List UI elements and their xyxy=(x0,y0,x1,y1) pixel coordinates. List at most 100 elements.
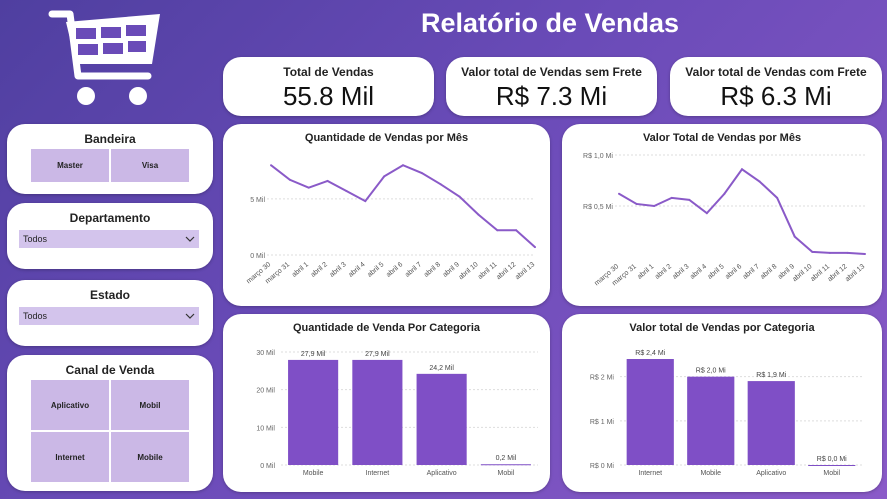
x-tick-label: Mobile xyxy=(303,470,324,477)
shopping-cart-icon xyxy=(48,10,160,105)
x-tick-label: Mobil xyxy=(823,470,840,477)
y-tick-label: 20 Mil xyxy=(256,388,275,395)
bar-chart-qtd-categoria: 0 Mil 10 Mil 20 Mil 30 Mil 27,9 Mil Mobile 27,… xyxy=(256,350,538,477)
chart-card-valor-mes: Valor Total de Vendas por Mês R$ 0,5 Mi R… xyxy=(562,124,882,306)
x-tick-label: abril 3 xyxy=(329,261,348,279)
data-point xyxy=(811,250,814,253)
slicer-option-mobile[interactable]: Mobile xyxy=(110,431,190,483)
chevron-down-icon xyxy=(185,236,195,242)
slicer-option-internet[interactable]: Internet xyxy=(30,431,110,483)
y-tick-label: R$ 1,0 Mi xyxy=(583,153,613,160)
y-tick-label: R$ 2 Mi xyxy=(590,375,615,382)
data-point xyxy=(705,212,708,215)
bar xyxy=(288,359,339,465)
bar-chart-valor-categoria: R$ 0 Mi R$ 1 Mi R$ 2 Mi R$ 2,4 Mi Internet R$… xyxy=(590,350,862,477)
data-point xyxy=(364,200,367,203)
kpi-card-total-vendas: Total de Vendas 55.8 Mil xyxy=(223,57,434,116)
x-tick-label: abril 5 xyxy=(366,261,385,279)
x-tick-label: abril 4 xyxy=(689,263,708,281)
data-point xyxy=(307,186,310,189)
kpi-card-sem-frete: Valor total de Vendas sem Frete R$ 7.3 M… xyxy=(446,57,657,116)
y-tick-label: R$ 1 Mi xyxy=(590,419,615,426)
slicer-option-master[interactable]: Master xyxy=(30,148,110,183)
x-tick-label: abril 8 xyxy=(759,263,778,281)
kpi-value: R$ 6.3 Mi xyxy=(720,81,832,111)
x-tick-label: abril 7 xyxy=(742,263,761,281)
bar xyxy=(747,381,795,465)
data-point xyxy=(402,164,404,167)
bar xyxy=(687,376,735,465)
kpi-label: Valor total de Vendas sem Frete xyxy=(461,65,642,79)
data-point xyxy=(439,183,442,186)
bar xyxy=(808,465,856,466)
kpi-value: R$ 7.3 Mi xyxy=(495,81,608,111)
data-point xyxy=(793,235,796,238)
x-tick-label: abril 5 xyxy=(707,263,726,281)
x-tick-label: abril 1 xyxy=(291,261,310,279)
slicer-bandeira: Bandeira Master Visa xyxy=(7,124,213,194)
data-point xyxy=(828,251,831,254)
data-point xyxy=(653,205,656,207)
data-point xyxy=(864,252,866,255)
series-line xyxy=(270,164,536,248)
y-tick-label: 30 Mil xyxy=(256,350,275,357)
y-tick-label: R$ 0,5 Mi xyxy=(583,204,613,211)
data-point xyxy=(383,175,386,178)
kpi-card-com-frete: Valor total de Vendas com Frete R$ 6.3 M… xyxy=(670,57,882,116)
departamento-dropdown[interactable]: Todos xyxy=(19,230,199,248)
y-tick-label: 5 Mil xyxy=(250,197,265,204)
data-point xyxy=(458,195,461,198)
line-chart-qtd-vendas: 0 Mil5 Milmarço 30março 31 abril 1 abril 2… xyxy=(245,164,536,285)
bar xyxy=(626,359,674,465)
y-tick-label: 10 Mil xyxy=(256,425,275,432)
data-label: 0,2 Mil xyxy=(496,455,517,462)
x-tick-label: Internet xyxy=(638,470,662,477)
x-tick-label: Internet xyxy=(366,470,390,477)
data-point xyxy=(846,251,849,254)
slicer-departamento: Departamento Todos xyxy=(7,203,213,269)
data-point xyxy=(326,179,329,182)
series-line xyxy=(618,167,866,255)
estado-dropdown[interactable]: Todos xyxy=(19,307,199,325)
slicer-title: Canal de Venda xyxy=(65,363,155,377)
x-tick-label: abril 2 xyxy=(310,261,329,279)
data-point xyxy=(515,229,518,232)
data-point xyxy=(496,229,499,232)
data-label: 27,9 Mil xyxy=(365,351,390,358)
data-point xyxy=(270,164,272,167)
bar xyxy=(480,464,531,466)
dropdown-value: Todos xyxy=(23,234,48,244)
x-tick-label: abril 3 xyxy=(671,263,690,281)
data-label: R$ 2,0 Mi xyxy=(696,368,726,375)
slicer-estado: Estado Todos xyxy=(7,280,213,346)
x-tick-label: abril 13 xyxy=(844,263,866,283)
data-point xyxy=(723,192,726,195)
slicer-title: Estado xyxy=(89,288,130,302)
data-point xyxy=(618,192,620,195)
x-tick-label: abril 4 xyxy=(347,261,366,279)
data-point xyxy=(776,196,779,199)
bar xyxy=(416,373,467,465)
slicer-option-aplicativo[interactable]: Aplicativo xyxy=(30,379,110,431)
x-tick-label: Mobil xyxy=(498,470,515,477)
x-tick-label: abril 11 xyxy=(477,261,499,281)
slicer-option-visa[interactable]: Visa xyxy=(110,148,190,183)
kpi-value: 55.8 Mil xyxy=(282,81,375,111)
x-tick-label: abril 10 xyxy=(791,263,813,283)
x-tick-label: abril 8 xyxy=(423,261,442,279)
x-tick-label: Aplicativo xyxy=(756,470,786,477)
kpi-label: Total de Vendas xyxy=(283,65,374,79)
data-point xyxy=(758,180,761,183)
data-point xyxy=(670,196,673,199)
slicer-option-mobil[interactable]: Mobil xyxy=(110,379,190,431)
x-tick-label: abril 7 xyxy=(404,261,423,279)
data-point xyxy=(288,178,291,181)
data-point xyxy=(688,198,691,201)
x-tick-label: abril 6 xyxy=(385,261,404,279)
slicer-title: Bandeira xyxy=(84,132,136,146)
data-label: R$ 2,4 Mi xyxy=(635,350,665,357)
y-tick-label: 0 Mil xyxy=(250,253,265,260)
x-tick-label: abril 2 xyxy=(654,263,673,281)
data-point xyxy=(477,213,480,216)
data-label: 24,2 Mil xyxy=(429,365,454,372)
